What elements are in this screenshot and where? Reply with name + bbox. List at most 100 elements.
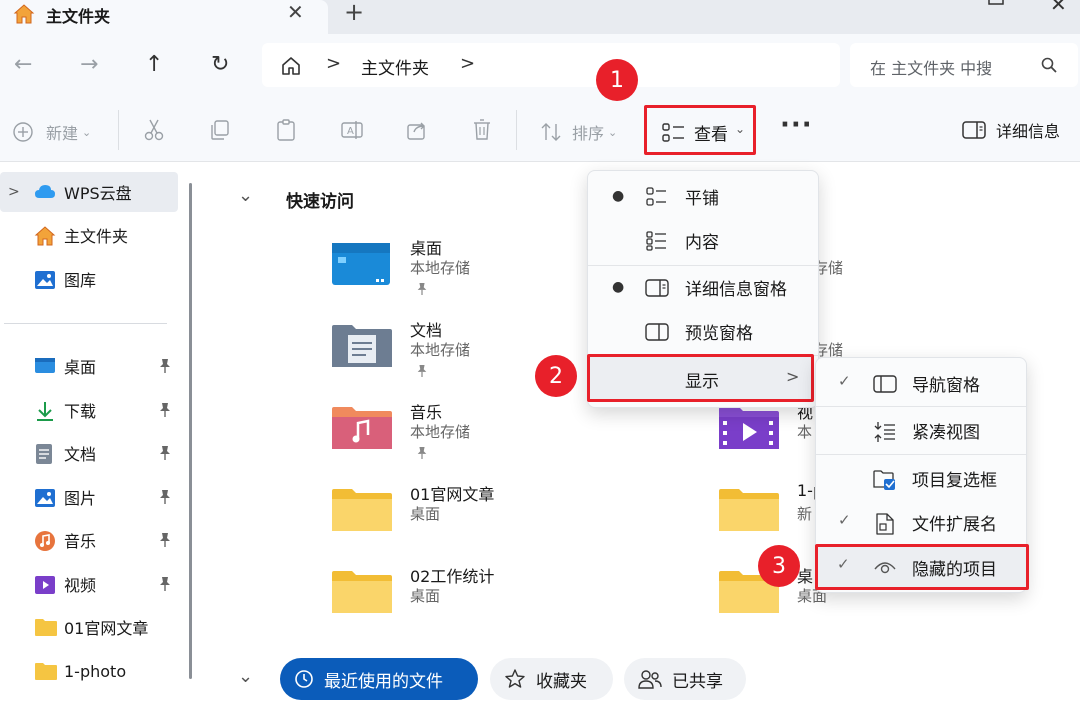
rename-icon[interactable]: A <box>339 118 365 146</box>
pill-label: 收藏夹 <box>536 671 587 692</box>
address-bar[interactable]: > 主文件夹 > <box>262 43 840 87</box>
menu-item-nav-pane[interactable]: ✓ 导航窗格 <box>816 361 1026 405</box>
sidebar-item-music[interactable]: 音乐 <box>0 520 178 560</box>
sidebar-item-videos[interactable]: 视频 <box>0 564 178 604</box>
checkbox-folder-icon <box>873 469 897 495</box>
pin-icon[interactable] <box>158 358 172 378</box>
collapse-chevron-icon[interactable]: ⌄ <box>238 666 253 687</box>
details-button[interactable]: 详细信息 <box>962 118 1060 142</box>
breadcrumb-separator[interactable]: > <box>326 53 341 74</box>
pin-icon[interactable] <box>158 402 172 422</box>
tab-recent-files[interactable]: 最近使用的文件 <box>280 658 478 700</box>
view-button[interactable]: 查看 ⌄ <box>644 105 756 155</box>
sidebar-item-home[interactable]: 主文件夹 <box>0 215 178 255</box>
video-folder-icon <box>719 405 779 455</box>
clock-icon <box>295 670 313 688</box>
item-location: 本地存储 <box>410 423 471 441</box>
item-location: 新 <box>797 505 813 523</box>
sidebar-item-folder-01[interactable]: 01官网文章 <box>0 607 178 647</box>
menu-item-checkboxes[interactable]: 项目复选框 <box>816 456 1026 500</box>
tab-home-folder[interactable]: 主文件夹 ✕ <box>0 0 328 34</box>
sidebar-item-gallery[interactable]: 图库 <box>0 259 178 299</box>
address-row: ← → ↑ ↻ > 主文件夹 > 在 主文件夹 中搜 <box>0 34 1080 98</box>
download-icon <box>34 400 56 426</box>
view-label: 查看 <box>694 125 728 145</box>
quick-item-folder-02[interactable]: 02工作统计 桌面 <box>332 563 592 633</box>
menu-item-tile[interactable]: ● 平铺 <box>588 174 818 218</box>
eye-icon <box>874 559 896 579</box>
tab-favorites[interactable]: 收藏夹 <box>490 658 613 700</box>
new-tab-icon[interactable]: + <box>344 0 364 26</box>
menu-item-details-pane[interactable]: ● 详细信息窗格 <box>588 265 818 309</box>
minimize-icon[interactable] <box>986 0 1006 17</box>
more-options-button[interactable]: ··· <box>780 110 813 140</box>
menu-item-compact-view[interactable]: 紧凑视图 <box>816 408 1026 452</box>
item-location: 桌面 <box>410 505 441 523</box>
file-extension-icon <box>876 513 894 539</box>
refresh-icon[interactable]: ↻ <box>211 52 229 77</box>
share-icon[interactable] <box>405 118 429 146</box>
tab-shared[interactable]: 已共享 <box>624 658 746 700</box>
sort-button[interactable]: 排序 ⌄ <box>540 120 617 144</box>
quick-item-desktop[interactable]: 桌面 本地存储 <box>332 235 592 305</box>
details-label: 详细信息 <box>996 122 1061 141</box>
sidebar-item-folder-photo[interactable]: 1-photo <box>0 651 178 691</box>
menu-separator <box>816 454 1026 455</box>
sidebar-item-wps-cloud[interactable]: > WPS云盘 <box>0 172 178 212</box>
section-title[interactable]: 快速访问 <box>286 187 354 212</box>
forward-icon[interactable]: → <box>80 52 98 77</box>
pin-icon[interactable] <box>158 445 172 465</box>
menu-item-label: 导航窗格 <box>912 376 980 396</box>
menu-item-label: 预览窗格 <box>685 324 753 344</box>
sort-icon <box>541 123 561 141</box>
breadcrumb-separator[interactable]: > <box>460 53 475 74</box>
menu-item-label: 隐藏的项目 <box>912 560 997 580</box>
sidebar-item-pictures[interactable]: 图片 <box>0 477 178 517</box>
menu-item-show[interactable]: 显示 > <box>587 354 814 402</box>
video-icon <box>34 574 56 600</box>
sidebar-scrollbar[interactable] <box>189 183 192 679</box>
copy-icon[interactable] <box>208 118 232 146</box>
paste-icon[interactable] <box>274 118 298 146</box>
svg-text:A: A <box>347 126 354 137</box>
menu-item-file-extensions[interactable]: ✓ 文件扩展名 <box>816 500 1026 544</box>
chevron-right-icon[interactable]: > <box>8 184 20 200</box>
home-icon <box>34 225 56 251</box>
tab-title: 主文件夹 <box>46 7 111 26</box>
menu-item-content[interactable]: 内容 <box>588 218 818 262</box>
delete-icon[interactable] <box>471 118 493 146</box>
chevron-down-icon: ⌄ <box>608 125 618 139</box>
pin-icon[interactable] <box>158 576 172 596</box>
quick-item-music[interactable]: 音乐 本地存储 <box>332 399 592 469</box>
pin-icon <box>416 363 428 382</box>
search-icon[interactable] <box>1040 56 1058 78</box>
pin-icon[interactable] <box>158 532 172 552</box>
tab-close-icon[interactable]: ✕ <box>287 0 304 24</box>
menu-item-label: 文件扩展名 <box>912 515 997 535</box>
sidebar-item-documents[interactable]: 文档 <box>0 433 178 473</box>
back-icon[interactable]: ← <box>14 52 32 77</box>
add-circle-icon <box>13 122 33 142</box>
new-button[interactable]: 新建 ⌄ <box>12 120 91 144</box>
address-home-icon[interactable] <box>280 55 302 81</box>
up-icon[interactable]: ↑ <box>145 52 163 77</box>
details-pane-icon <box>962 121 986 139</box>
breadcrumb-current[interactable]: 主文件夹 <box>361 54 429 79</box>
toolbar-divider <box>118 110 119 150</box>
sidebar-item-downloads[interactable]: 下载 <box>0 390 178 430</box>
music-folder-icon <box>332 405 392 455</box>
menu-item-hidden-items[interactable]: ✓ 隐藏的项目 <box>815 544 1029 590</box>
cut-icon[interactable] <box>143 118 165 146</box>
pin-icon[interactable] <box>158 489 172 509</box>
sidebar-item-desktop[interactable]: 桌面 <box>0 346 178 386</box>
check-icon: ✓ <box>837 555 850 573</box>
menu-item-label: 项目复选框 <box>912 471 997 491</box>
collapse-chevron-icon[interactable]: ⌄ <box>238 185 253 206</box>
window-close-icon[interactable]: ✕ <box>1050 0 1067 16</box>
quick-item-folder-01[interactable]: 01官网文章 桌面 <box>332 481 592 551</box>
view-list-icon <box>662 123 686 147</box>
menu-item-preview-pane[interactable]: 预览窗格 <box>588 309 818 353</box>
search-input[interactable]: 在 主文件夹 中搜 <box>850 43 1078 87</box>
folder-icon <box>332 487 392 537</box>
sidebar-item-label: 主文件夹 <box>64 227 129 246</box>
